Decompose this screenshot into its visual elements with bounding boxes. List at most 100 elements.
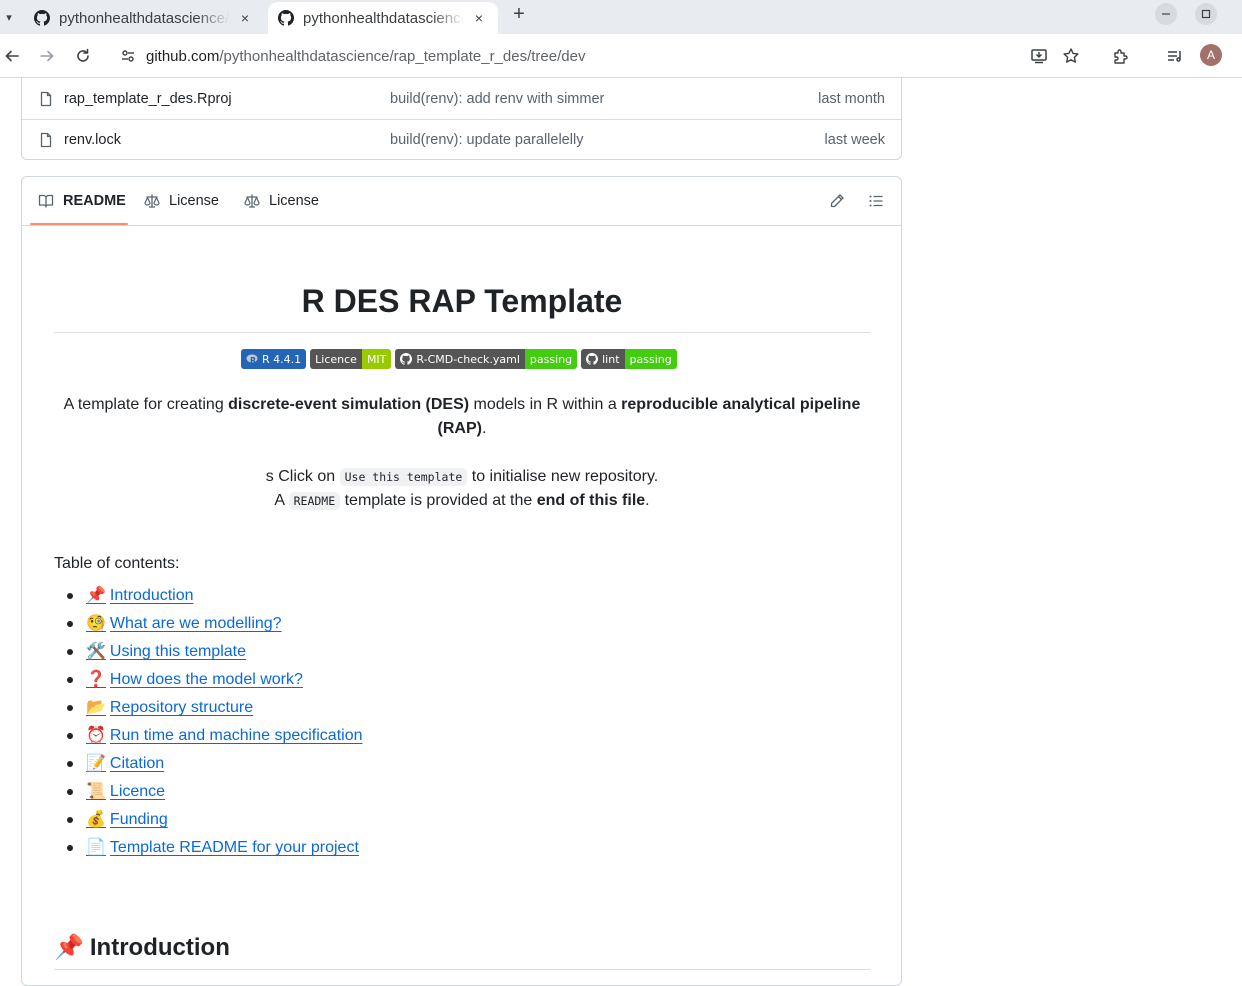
scroll-icon: 📜: [86, 781, 106, 800]
alarm-clock-icon: ⏰: [86, 725, 106, 744]
toc-link-modelling[interactable]: 🧐 What are we modelling?: [86, 613, 282, 632]
tab-close-icon[interactable]: ×: [470, 9, 488, 27]
tab-readme-label: README: [63, 193, 126, 209]
page-icon: 📄: [86, 837, 106, 856]
toc-link-licence[interactable]: 📜 Licence: [86, 781, 166, 800]
site-info-icon[interactable]: [120, 48, 136, 64]
edit-file-button[interactable]: [827, 191, 847, 211]
file-row[interactable]: renv.lock build(renv): update parallelel…: [22, 119, 901, 160]
outline-button[interactable]: [866, 191, 886, 211]
tab-license-1[interactable]: License: [144, 177, 219, 225]
tab-search-chevron-icon[interactable]: ▾: [0, 6, 18, 28]
usage-text: A: [274, 492, 289, 509]
toc-item: ⏰ Run time and machine specification: [54, 721, 363, 749]
toc-link-template-readme[interactable]: 📄 Template README for your project: [86, 837, 359, 856]
install-app-button[interactable]: [1027, 44, 1051, 68]
extensions-button[interactable]: [1109, 44, 1133, 68]
github-icon: [278, 10, 294, 26]
pencil-icon: [830, 194, 844, 208]
file-name[interactable]: renv.lock: [64, 132, 121, 148]
toc-link-model-work[interactable]: ❓ How does the model work?: [86, 669, 303, 688]
tab-license-2[interactable]: License: [244, 177, 319, 225]
reload-icon: [77, 48, 89, 62]
toc-link-introduction[interactable]: 📌 Introduction: [86, 585, 194, 604]
github-icon: [400, 353, 413, 365]
star-icon: [1063, 48, 1079, 63]
lint-badge[interactable]: lint passing: [581, 349, 677, 369]
file-icon: [40, 132, 52, 148]
r-version-badge[interactable]: R R 4.4.1: [241, 349, 307, 369]
toc-item: 💰 Funding: [54, 805, 363, 833]
usage-paragraph: s Click on Use this template to initiali…: [54, 465, 870, 513]
file-row[interactable]: rap_template_r_des.Rproj build(renv): ad…: [22, 78, 901, 119]
licence-badge[interactable]: Licence MIT: [310, 349, 392, 369]
url-host: github.com: [146, 47, 220, 65]
reading-list-button[interactable]: [1163, 44, 1187, 68]
address-bar[interactable]: github.com/pythonhealthdatascience/rap_t…: [106, 39, 1016, 73]
new-tab-button[interactable]: +: [508, 4, 530, 26]
reload-button[interactable]: [71, 44, 95, 68]
toc-item: 🛠️ Using this template: [54, 637, 363, 665]
file-icon: [40, 91, 52, 106]
svg-text:R: R: [250, 356, 256, 365]
github-icon: [34, 10, 50, 26]
bookmark-button[interactable]: [1059, 44, 1083, 68]
file-name[interactable]: rap_template_r_des.Rproj: [64, 91, 232, 107]
readme-title: R DES RAP Template: [301, 283, 623, 319]
question-mark-icon: ❓: [86, 669, 106, 688]
toc-link-text: Run time and machine specification: [109, 727, 363, 744]
puzzle-icon: [1114, 49, 1128, 64]
toc-link-run-time[interactable]: ⏰ Run time and machine specification: [86, 725, 363, 744]
toc-link-text: Citation: [109, 755, 165, 772]
toc-link-using-template[interactable]: 🛠️ Using this template: [86, 641, 246, 660]
usage-text: .: [645, 492, 650, 509]
toc-link-text: Licence: [109, 783, 166, 800]
active-tab-indicator: [30, 223, 128, 225]
toc-item: 📜 Licence: [54, 777, 363, 805]
pushpin-icon: 📌: [54, 933, 84, 961]
toc-link-text: What are we modelling?: [109, 615, 282, 632]
file-commit-message[interactable]: build(renv): add renv with simmer: [390, 91, 604, 107]
usage-text: s Click on: [265, 468, 340, 485]
maximize-button[interactable]: [1195, 3, 1217, 25]
usage-bold: end of this file: [536, 492, 646, 509]
tab-strip: ▾ pythonhealthdatascience/rap_template_r…: [0, 0, 1242, 34]
heading-text: Introduction: [89, 934, 230, 961]
intro-bold-des: discrete-event simulation (DES): [228, 396, 470, 413]
intro-text: .: [481, 420, 487, 437]
browser-tab-2[interactable]: pythonhealthdatascience/rap_template_r_d…: [268, 2, 498, 34]
arrow-left-icon: [5, 50, 19, 62]
minimize-button[interactable]: [1155, 3, 1177, 25]
memo-icon: 📝: [86, 753, 106, 772]
back-button[interactable]: [0, 44, 24, 68]
inline-code: README: [288, 492, 341, 510]
profile-avatar[interactable]: A: [1200, 44, 1222, 66]
toc-item: ❓ How does the model work?: [54, 665, 363, 693]
tab-close-icon[interactable]: ×: [236, 9, 254, 27]
browser-tab-1[interactable]: pythonhealthdatascience/rap_template_r_d…: [24, 2, 264, 34]
url-path: /pythonhealthdatascience/rap_template_r_…: [219, 47, 586, 65]
r-cmd-check-badge[interactable]: R-CMD-check.yaml passing: [395, 349, 578, 369]
introduction-heading: 📌 Introduction: [54, 933, 230, 962]
minimize-icon: [1162, 13, 1170, 15]
tab-license-label: License: [269, 193, 319, 209]
inline-code: Use this template: [339, 468, 468, 486]
toc-link-repo-structure[interactable]: 📂 Repository structure: [86, 697, 253, 716]
readme-tab-bar: README License License: [22, 177, 901, 226]
law-icon: [244, 194, 260, 208]
intro-paragraph: A template for creating discrete-event s…: [54, 393, 870, 441]
usage-text: template is provided at the: [340, 492, 537, 509]
toc-link-text: Using this template: [109, 643, 246, 660]
forward-button[interactable]: [35, 44, 59, 68]
maximize-icon: [1201, 9, 1211, 19]
badge-value: passing: [524, 349, 578, 369]
install-app-icon: [1031, 49, 1047, 64]
file-commit-message[interactable]: build(renv): update parallelelly: [390, 132, 583, 148]
toc-link-citation[interactable]: 📝 Citation: [86, 753, 165, 772]
toc-link-text: Introduction: [109, 587, 194, 604]
law-icon: [144, 194, 160, 208]
toc-item: 🧐 What are we modelling?: [54, 609, 363, 637]
file-commit-date: last month: [818, 90, 885, 107]
tab-readme[interactable]: README: [38, 177, 126, 225]
toc-link-funding[interactable]: 💰 Funding: [86, 809, 168, 828]
